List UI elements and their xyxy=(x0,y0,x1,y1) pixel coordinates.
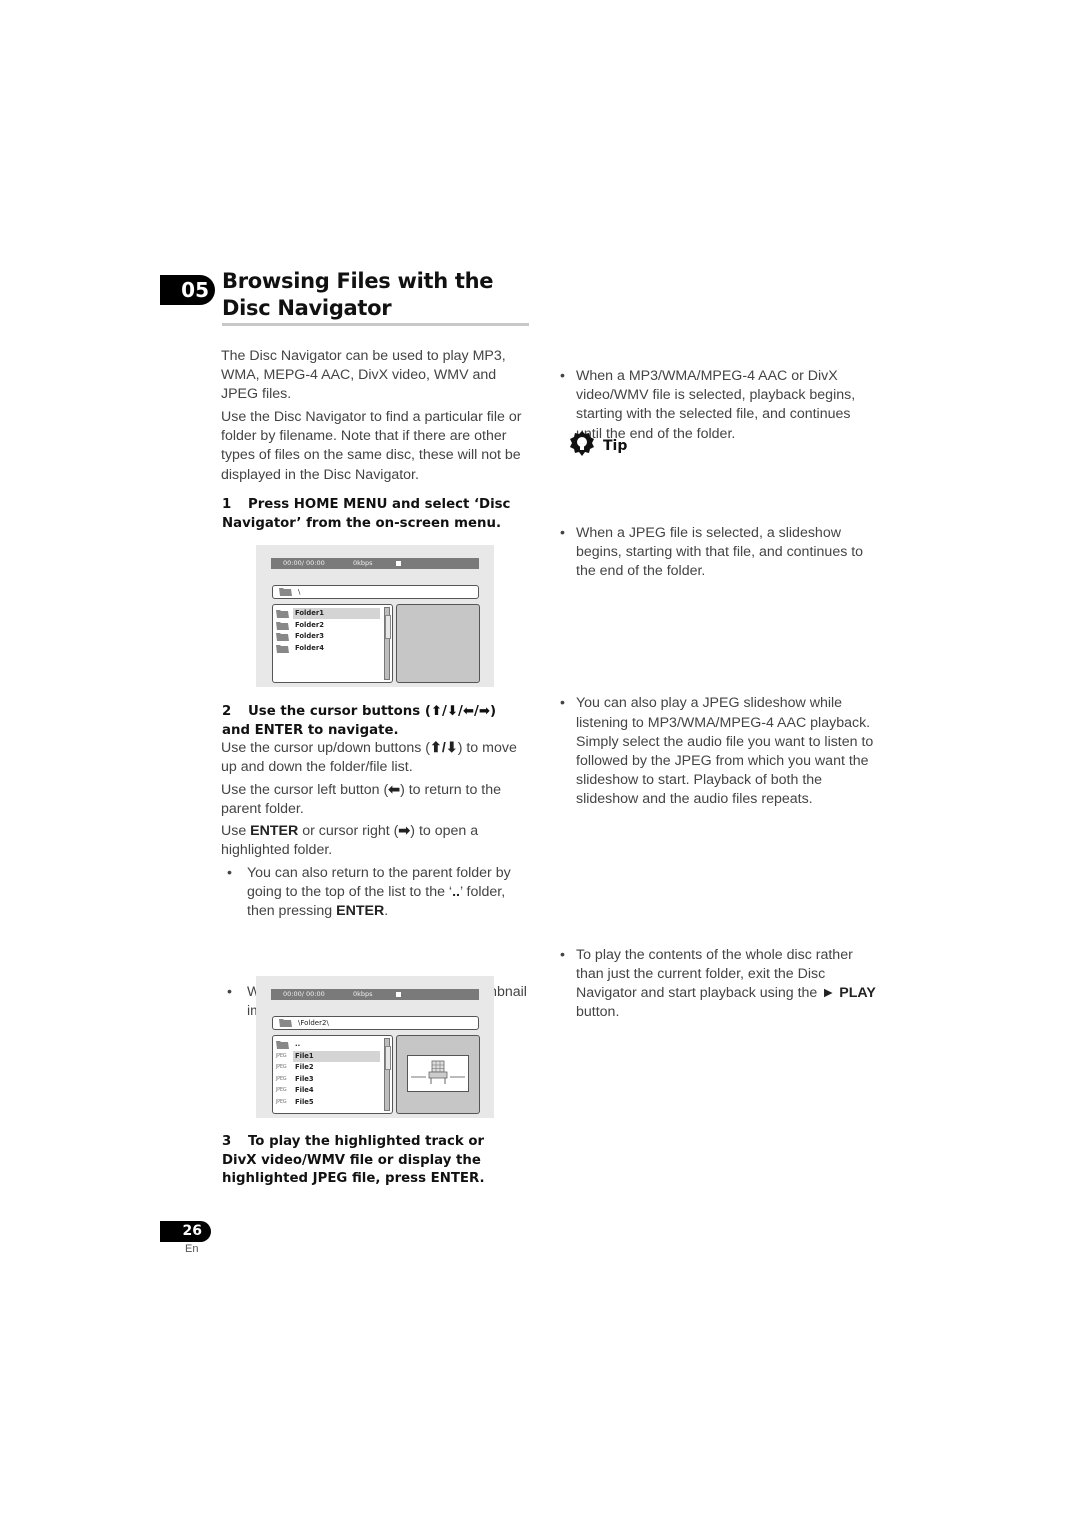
bitrate-readout: 0kbps xyxy=(353,559,373,567)
time-readout: 00:00/ 00:00 xyxy=(283,990,325,998)
jpeg-file-icon: JPEG xyxy=(276,1087,287,1093)
text: Use xyxy=(221,823,251,839)
text: . xyxy=(384,903,389,920)
item-label: File2 xyxy=(295,1063,314,1071)
step-number: 3 xyxy=(222,1134,232,1149)
path-text: \ xyxy=(298,588,301,596)
up-down-arrows-icon: ⬆/⬇ xyxy=(429,740,458,756)
scrollbar-thumb[interactable] xyxy=(385,615,391,639)
folder-icon xyxy=(276,1041,289,1049)
list-item[interactable]: JPEG File4 xyxy=(276,1085,381,1096)
list-item[interactable]: Folder3 xyxy=(276,631,381,642)
step-text: Use the cursor buttons ( xyxy=(248,704,431,719)
item-label: Folder4 xyxy=(295,643,324,652)
item-label: .. xyxy=(295,1040,301,1048)
step-text: Press HOME MENU and select ‘Disc Navigat… xyxy=(222,497,511,531)
folder-icon xyxy=(276,633,289,641)
step-2-paragraph-2: Use the cursor left button (⬅) to return… xyxy=(221,781,531,819)
tip-bullet-1: You can also play a JPEG slideshow while… xyxy=(556,694,881,809)
selection-bullet-1: When a MP3/WMA/MPEG-4 AAC or DivX video/… xyxy=(556,367,876,444)
stop-icon xyxy=(396,561,401,566)
chair-image-icon xyxy=(411,1060,465,1084)
title-divider xyxy=(222,323,529,326)
folder-icon xyxy=(276,610,289,618)
stop-icon xyxy=(396,992,401,997)
page-number: 26 xyxy=(160,1221,211,1242)
bitrate-readout: 0kbps xyxy=(353,990,373,998)
thumbnail-preview-pane xyxy=(396,604,480,683)
list-item[interactable]: Folder2 xyxy=(276,620,381,631)
step-2-paragraph-3: Use ENTER or cursor right (➡) to open a … xyxy=(221,822,526,860)
tip-heading: Tip xyxy=(603,438,628,454)
step-2-bullet-1: You can also return to the parent folder… xyxy=(221,864,532,922)
scrollbar[interactable] xyxy=(384,1038,391,1111)
enter-key-label: ENTER xyxy=(336,903,385,920)
time-readout: 00:00/ 00:00 xyxy=(283,559,325,567)
play-button-label: ► PLAY xyxy=(821,985,876,1002)
step-2-heading: 2 Use the cursor buttons (⬆/⬇/⬅/➡) and EN… xyxy=(222,703,527,740)
item-label: File5 xyxy=(295,1097,314,1106)
item-label: File4 xyxy=(295,1086,314,1094)
list-item[interactable]: JPEG File3 xyxy=(276,1074,381,1085)
jpeg-file-icon: JPEG xyxy=(276,1052,287,1059)
playback-status-bar: 00:00/ 00:00 0kbps xyxy=(271,989,479,1000)
path-text: \Folder2\ xyxy=(298,1019,329,1027)
file-list[interactable]: .. JPEG File1 JPEG File2 JPEG File3 JPEG… xyxy=(272,1035,393,1114)
item-label: Folder2 xyxy=(295,620,324,629)
folder-icon xyxy=(279,588,292,596)
selection-bullet-2: When a JPEG file is selected, a slidesho… xyxy=(556,524,881,582)
thumbnail-preview-pane xyxy=(396,1035,480,1114)
item-label: Folder1 xyxy=(295,609,324,617)
folder-icon xyxy=(279,1019,292,1027)
list-item[interactable]: Folder4 xyxy=(276,643,381,654)
text: To play the contents of the whole disc r… xyxy=(576,946,853,1002)
text: Use the cursor up/down buttons ( xyxy=(221,740,430,756)
step-number: 1 xyxy=(222,497,232,512)
jpeg-thumbnail xyxy=(407,1055,469,1092)
scrollbar[interactable] xyxy=(384,607,391,680)
disc-navigator-screen-folder: 00:00/ 00:00 0kbps \Folder2\ .. JPEG Fil… xyxy=(256,976,494,1118)
item-label: File3 xyxy=(295,1074,314,1083)
current-path-field: \Folder2\ xyxy=(272,1016,479,1030)
jpeg-file-icon: JPEG xyxy=(276,1098,287,1105)
list-item[interactable]: JPEG File5 xyxy=(276,1097,381,1108)
folder-icon xyxy=(276,644,289,653)
text: button. xyxy=(576,1004,620,1021)
folder-icon xyxy=(276,621,289,630)
page-language: En xyxy=(185,1243,199,1255)
cursor-arrows-icon: ⬆/⬇/⬅/➡ xyxy=(430,704,491,719)
text: or cursor right ( xyxy=(298,823,399,839)
intro-paragraph-2: Use the Disc Navigator to find a particu… xyxy=(221,409,522,483)
list-item[interactable]: JPEG File1 xyxy=(276,1050,381,1062)
item-label: Folder3 xyxy=(295,632,324,640)
intro-paragraph-1: The Disc Navigator can be used to play M… xyxy=(221,348,506,403)
step-2-paragraph-1: Use the cursor up/down buttons (⬆/⬇) to … xyxy=(221,739,526,777)
item-label: File1 xyxy=(295,1051,314,1060)
list-item[interactable]: Folder1 xyxy=(276,608,381,619)
step-1-heading: 1 Press HOME MENU and select ‘Disc Naviga… xyxy=(222,496,522,533)
jpeg-file-icon: JPEG xyxy=(276,1075,287,1082)
step-number: 2 xyxy=(222,704,232,719)
step-text: To play the highlighted track or DivX vi… xyxy=(222,1134,485,1186)
text: Use the cursor left button ( xyxy=(221,782,389,798)
current-path-field: \ xyxy=(272,585,479,599)
left-arrow-icon: ⬅ xyxy=(388,782,401,798)
right-arrow-icon: ➡ xyxy=(398,823,411,839)
lightbulb-tip-icon xyxy=(570,431,594,456)
disc-navigator-screen-root: 00:00/ 00:00 0kbps \ Folder1 Folder2 Fol… xyxy=(256,545,494,687)
chapter-number-tab: 05 xyxy=(160,275,215,305)
parent-folder-dots: .. xyxy=(452,884,460,901)
scrollbar-thumb[interactable] xyxy=(385,1046,391,1070)
list-item[interactable]: JPEG File2 xyxy=(276,1062,381,1073)
jpeg-file-icon: JPEG xyxy=(276,1064,287,1070)
playback-status-bar: 00:00/ 00:00 0kbps xyxy=(271,558,479,569)
tip-bullet-2: To play the contents of the whole disc r… xyxy=(556,946,881,1023)
page-title: Browsing Files with the Disc Navigator xyxy=(222,269,494,320)
list-item[interactable]: .. xyxy=(276,1039,381,1050)
step-3-heading: 3 To play the highlighted track or DivX v… xyxy=(222,1133,522,1189)
enter-key-label: ENTER xyxy=(250,823,299,839)
file-list[interactable]: Folder1 Folder2 Folder3 Folder4 xyxy=(272,604,393,683)
